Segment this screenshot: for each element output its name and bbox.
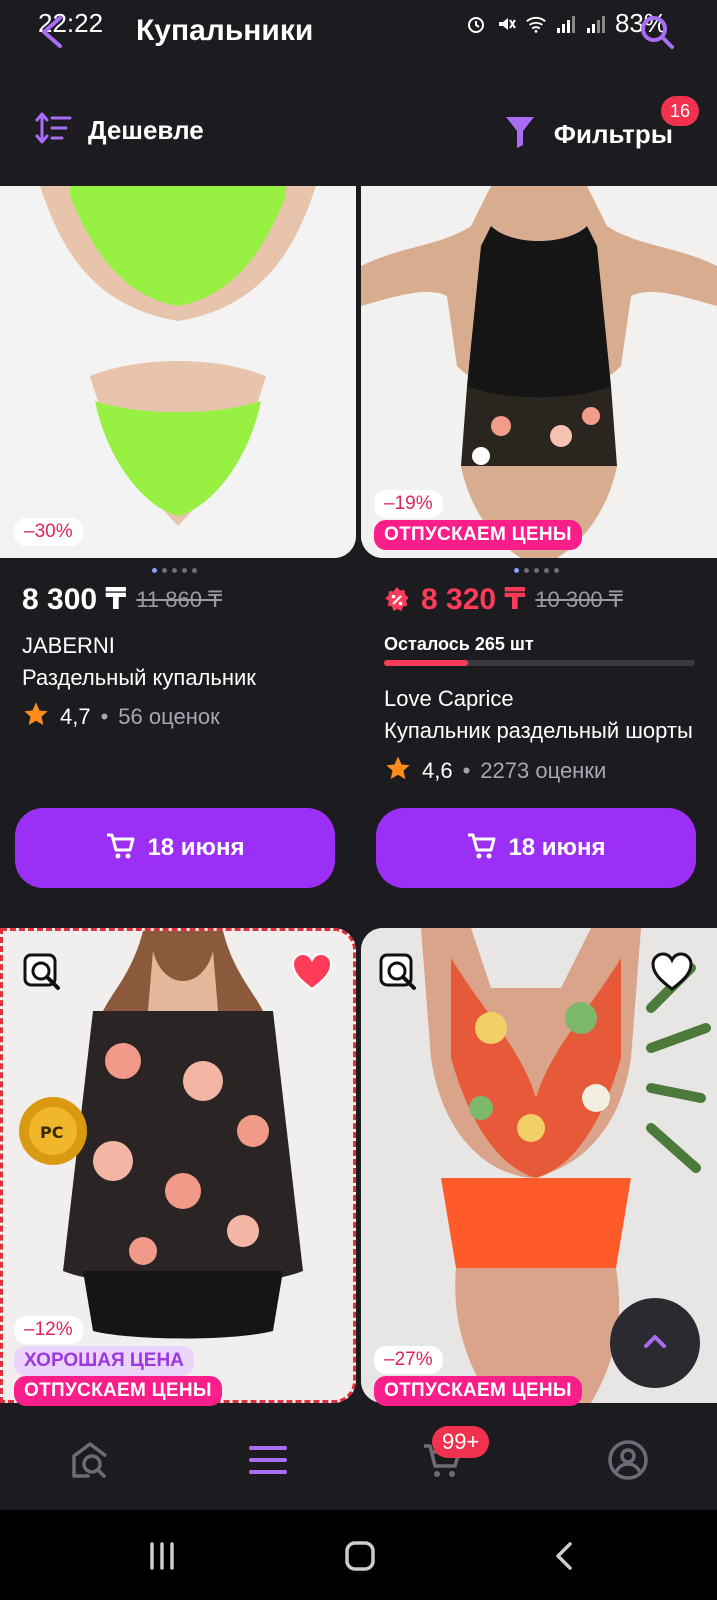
brand: JABERNI <box>22 633 115 658</box>
pager-dot <box>544 568 549 573</box>
cart-count-badge: 99+ <box>432 1426 490 1458</box>
sort-filter-bar: Дешевле Фильтры 16 <box>0 96 717 160</box>
rating-count: 56 оценок <box>118 704 220 729</box>
product-title[interactable]: Купальник раздельный шорты <box>384 718 694 744</box>
good-price-badge: ХОРОШАЯ ЦЕНА <box>14 1346 194 1376</box>
add-to-cart-button[interactable]: 18 июня <box>15 808 335 888</box>
svg-text:PC: PC <box>40 1123 63 1142</box>
discount-badge: –12% <box>14 1316 83 1344</box>
pager-dot <box>514 568 519 573</box>
stock-progress-bar <box>384 660 695 666</box>
price-row: 8 320 ₸ 10 300 ₸ <box>383 582 623 617</box>
cart-icon <box>105 832 135 865</box>
pager-dot <box>192 568 197 573</box>
discount-badge: –30% <box>14 518 83 546</box>
bottom-nav <box>0 1410 717 1510</box>
chevron-up-icon <box>641 1331 669 1356</box>
stock-remaining: Осталось 265 шт <box>384 634 534 654</box>
pager-dot <box>162 568 167 573</box>
scroll-to-top-button[interactable] <box>610 1298 700 1388</box>
rating-row: 4,7 • 56 оценок <box>22 700 220 734</box>
pager-dot <box>524 568 529 573</box>
rating-row: 4,6 • 2273 оценки <box>384 754 606 788</box>
back-arrow-icon[interactable] <box>36 12 66 52</box>
discount-badge: –19% <box>374 490 443 518</box>
old-price: 11 860 ₸ <box>136 586 223 612</box>
nav-catalog-icon[interactable] <box>246 1438 290 1482</box>
price: 8 300 ₸ <box>22 583 127 616</box>
sort-label: Дешевле <box>88 115 204 145</box>
discount-badge: –27% <box>374 1346 443 1374</box>
image-pager-dots <box>152 568 197 573</box>
pager-dot <box>172 568 177 573</box>
delivery-date: 18 июня <box>147 834 245 861</box>
old-price: 10 300 ₸ <box>535 586 623 612</box>
filter-count-badge: 16 <box>661 96 699 126</box>
favorite-heart-icon[interactable] <box>650 952 694 992</box>
pager-dot <box>182 568 187 573</box>
search-icon[interactable] <box>637 12 677 52</box>
filter-label: Фильтры <box>553 119 673 149</box>
sort-button[interactable]: Дешевле <box>34 110 204 151</box>
sale-percent-icon <box>383 586 411 614</box>
image-search-icon[interactable] <box>378 952 422 996</box>
brand: Love Caprice <box>384 686 514 711</box>
rating-separator: • <box>100 704 109 729</box>
price-row: 8 300 ₸ 11 860 ₸ <box>22 582 222 617</box>
system-back-icon[interactable] <box>550 1540 582 1577</box>
pager-dot <box>554 568 559 573</box>
sort-icon <box>34 110 74 151</box>
pager-dot <box>534 568 539 573</box>
system-nav-bar <box>0 1510 717 1600</box>
home-icon[interactable] <box>344 1540 376 1577</box>
product-title[interactable]: Раздельный купальник <box>22 665 352 691</box>
page-title: Купальники <box>136 14 314 47</box>
header: Купальники <box>0 0 717 70</box>
filter-icon <box>504 114 536 155</box>
delivery-date: 18 июня <box>508 834 606 861</box>
promo-badge: ОТПУСКАЕМ ЦЕНЫ <box>374 1376 582 1406</box>
rating-value: 4,7 <box>60 704 91 729</box>
nav-profile-icon[interactable] <box>606 1438 650 1482</box>
rating-count: 2273 оценки <box>480 758 607 783</box>
star-icon <box>22 700 50 734</box>
pager-dot <box>152 568 157 573</box>
image-search-icon[interactable] <box>22 952 66 996</box>
star-icon <box>384 754 412 788</box>
cart-icon <box>466 832 496 865</box>
nav-home-search-icon[interactable] <box>68 1438 112 1482</box>
image-pager-dots <box>514 568 559 573</box>
product-image[interactable] <box>0 186 356 558</box>
price: 8 320 ₸ <box>421 583 526 616</box>
recent-apps-icon[interactable] <box>146 1540 178 1577</box>
filter-button[interactable]: Фильтры <box>504 114 673 155</box>
rating-value: 4,6 <box>422 758 453 783</box>
promo-badge: ОТПУСКАЕМ ЦЕНЫ <box>14 1376 222 1406</box>
add-to-cart-button[interactable]: 18 июня <box>376 808 696 888</box>
favorite-heart-icon[interactable] <box>290 952 334 992</box>
stock-progress-fill <box>384 660 468 666</box>
promo-badge: ОТПУСКАЕМ ЦЕНЫ <box>374 520 582 550</box>
rating-separator: • <box>462 758 471 783</box>
